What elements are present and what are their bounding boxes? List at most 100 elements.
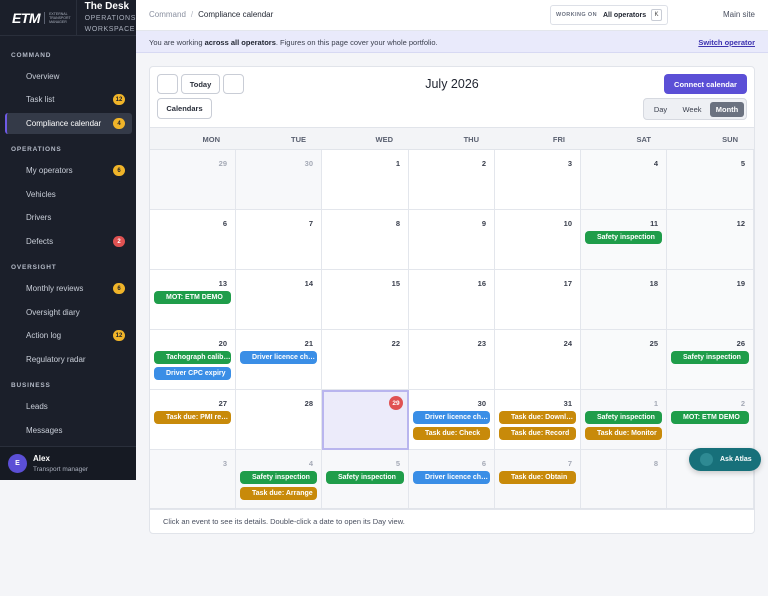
calendar-day[interactable]: 8 — [322, 210, 409, 270]
calendar-day[interactable]: 25 — [581, 330, 667, 390]
calendar-day[interactable]: 13 MOT: ETM DEMO — [150, 270, 236, 330]
calendar-day[interactable]: 15 — [322, 270, 409, 330]
sidebar-item-my-operators[interactable]: My operators 6 — [5, 160, 132, 181]
calendar-day[interactable]: 27 Task due: PMI report — [150, 390, 236, 450]
sidebar-item-defects[interactable]: Defects 2 — [5, 231, 132, 252]
view-month-option[interactable]: Month — [710, 102, 744, 117]
calendar-day[interactable]: 17 — [495, 270, 581, 330]
calendar-event[interactable]: Task due: Arrange — [240, 487, 317, 500]
calendar-day[interactable]: 26 Safety inspection — [667, 330, 754, 390]
day-number: 21 — [304, 339, 313, 348]
calendar-event[interactable]: Driver licence check — [413, 411, 490, 424]
connect-calendar-button[interactable]: Connect calendar — [664, 74, 747, 94]
calendar-day[interactable]: 1 — [322, 150, 409, 210]
calendar-day[interactable]: 3 — [495, 150, 581, 210]
calendar-day[interactable]: 6 — [150, 210, 236, 270]
calendar-event[interactable]: Safety inspection — [240, 471, 317, 484]
sidebar-item-messages[interactable]: Messages — [5, 420, 132, 441]
calendar-day[interactable]: 16 — [409, 270, 495, 330]
calendar-day[interactable]: 3 — [150, 450, 236, 510]
calendar-day[interactable]: 7 Task due: Obtain — [495, 450, 581, 510]
calendar-day[interactable]: 9 — [409, 210, 495, 270]
app-subtitle-line1: OPERATIONS — [84, 15, 136, 22]
sidebar-item-label: Oversight diary — [26, 308, 80, 317]
ask-atlas-button[interactable]: Ask Atlas — [689, 448, 761, 471]
calendar-event[interactable]: Task due: Obtain — [499, 471, 576, 484]
calendar-day[interactable]: 29 — [150, 150, 236, 210]
calendar-day[interactable]: 1 Safety inspection Task due: Monitor — [581, 390, 667, 450]
calendar-event[interactable]: Task due: PMI report — [154, 411, 231, 424]
calendar-day[interactable]: 30 — [236, 150, 322, 210]
calendar-event[interactable]: Task due: Check — [413, 427, 490, 440]
calendar-event[interactable]: MOT: ETM DEMO — [671, 411, 749, 424]
sidebar-item-task-list[interactable]: Task list 12 — [5, 89, 132, 110]
day-number: 29 — [218, 159, 227, 168]
calendar-event[interactable]: Safety inspection — [585, 231, 662, 244]
calendar-day[interactable]: 7 — [236, 210, 322, 270]
calendars-button[interactable]: Calendars — [157, 98, 212, 119]
main-site-link[interactable]: Main site — [723, 10, 755, 19]
calendar-day[interactable]: 6 Driver licence check — [409, 450, 495, 510]
switch-operator-link[interactable]: Switch operator — [698, 38, 755, 47]
calendar-day-today[interactable]: 29 — [322, 390, 409, 450]
calendar-event[interactable]: Driver licence check — [413, 471, 490, 484]
calendar-day[interactable]: 4 — [581, 150, 667, 210]
breadcrumb-parent[interactable]: Command — [149, 10, 186, 19]
working-on-value: All operators — [602, 11, 647, 19]
calendar-day[interactable]: 22 — [322, 330, 409, 390]
sidebar-item-action-log[interactable]: Action log 12 — [5, 325, 132, 346]
sidebar-item-monthly-reviews[interactable]: Monthly reviews 6 — [5, 278, 132, 299]
view-week-option[interactable]: Week — [676, 102, 708, 117]
calendar-event[interactable]: Task due: Record — [499, 427, 576, 440]
calendar-event[interactable]: Safety inspection — [671, 351, 749, 364]
calendar-day[interactable]: 5 — [667, 150, 754, 210]
calendar-day[interactable]: 24 — [495, 330, 581, 390]
notice-text-emphasis: across all operators — [204, 38, 276, 47]
calendar-day[interactable]: 30 Driver licence check Task due: Check — [409, 390, 495, 450]
calendar-day[interactable]: 5 Safety inspection — [322, 450, 409, 510]
calendar-day[interactable]: 23 — [409, 330, 495, 390]
calendar-day[interactable]: 12 — [667, 210, 754, 270]
sidebar-item-label: Action log — [26, 331, 62, 340]
calendar-day[interactable]: 18 — [581, 270, 667, 330]
keyboard-shortcut-hint: K — [651, 9, 662, 21]
sidebar-item-vehicles[interactable]: Vehicles — [5, 184, 132, 205]
calendar-event[interactable]: Driver licence check — [240, 351, 317, 364]
sidebar-item-drivers[interactable]: Drivers — [5, 207, 132, 228]
calendar-day[interactable]: 31 Task due: Download Task due: Record — [495, 390, 581, 450]
calendar-day[interactable]: 2 MOT: ETM DEMO — [667, 390, 754, 450]
calendar-day[interactable]: 28 — [236, 390, 322, 450]
sidebar-item-overview[interactable]: Overview — [5, 66, 132, 87]
calendar-day[interactable]: 19 — [667, 270, 754, 330]
calendar-event[interactable]: Task due: Monitor — [585, 427, 662, 440]
day-number: 18 — [649, 279, 658, 288]
sidebar-item-regulatory-radar[interactable]: Regulatory radar — [5, 349, 132, 370]
calendar-event[interactable]: Safety inspection — [585, 411, 662, 424]
count-badge: 6 — [113, 165, 125, 176]
sidebar: ETM EXTERNAL TRANSPORT MANAGER The Desk … — [0, 0, 136, 480]
calendar-day[interactable]: 2 — [409, 150, 495, 210]
etm-logo[interactable]: ETM EXTERNAL TRANSPORT MANAGER — [0, 0, 77, 35]
calendar-day[interactable]: 21 Driver licence check — [236, 330, 322, 390]
calendar-day[interactable]: 20 Tachograph calibration Driver CPC expir… — [150, 330, 236, 390]
sidebar-item-compliance-calendar[interactable]: Compliance calendar 4 — [5, 113, 132, 134]
calendar-day[interactable]: 10 — [495, 210, 581, 270]
sidebar-item-leads[interactable]: Leads — [5, 396, 132, 417]
day-number: 17 — [563, 279, 572, 288]
calendar-day[interactable]: 8 — [581, 450, 667, 510]
calendar-day[interactable]: 14 — [236, 270, 322, 330]
day-number: 30 — [304, 159, 313, 168]
calendar-event[interactable]: MOT: ETM DEMO — [154, 291, 231, 304]
view-day-option[interactable]: Day — [647, 102, 674, 117]
user-profile[interactable]: E Alex Transport manager — [0, 446, 136, 480]
operator-scope-selector[interactable]: WORKING ON All operators K — [550, 5, 668, 25]
working-on-label: WORKING ON — [556, 12, 597, 18]
calendar-day[interactable]: 11 Safety inspection — [581, 210, 667, 270]
calendar-day[interactable]: 4 Safety inspection Task due: Arrange — [236, 450, 322, 510]
calendar-event[interactable]: Driver CPC expiry — [154, 367, 231, 380]
day-number: 4 — [653, 159, 658, 168]
calendar-event[interactable]: Tachograph calibration — [154, 351, 231, 364]
calendar-event[interactable]: Task due: Download — [499, 411, 576, 424]
calendar-event[interactable]: Safety inspection — [326, 471, 404, 484]
sidebar-item-oversight-diary[interactable]: Oversight diary — [5, 302, 132, 323]
